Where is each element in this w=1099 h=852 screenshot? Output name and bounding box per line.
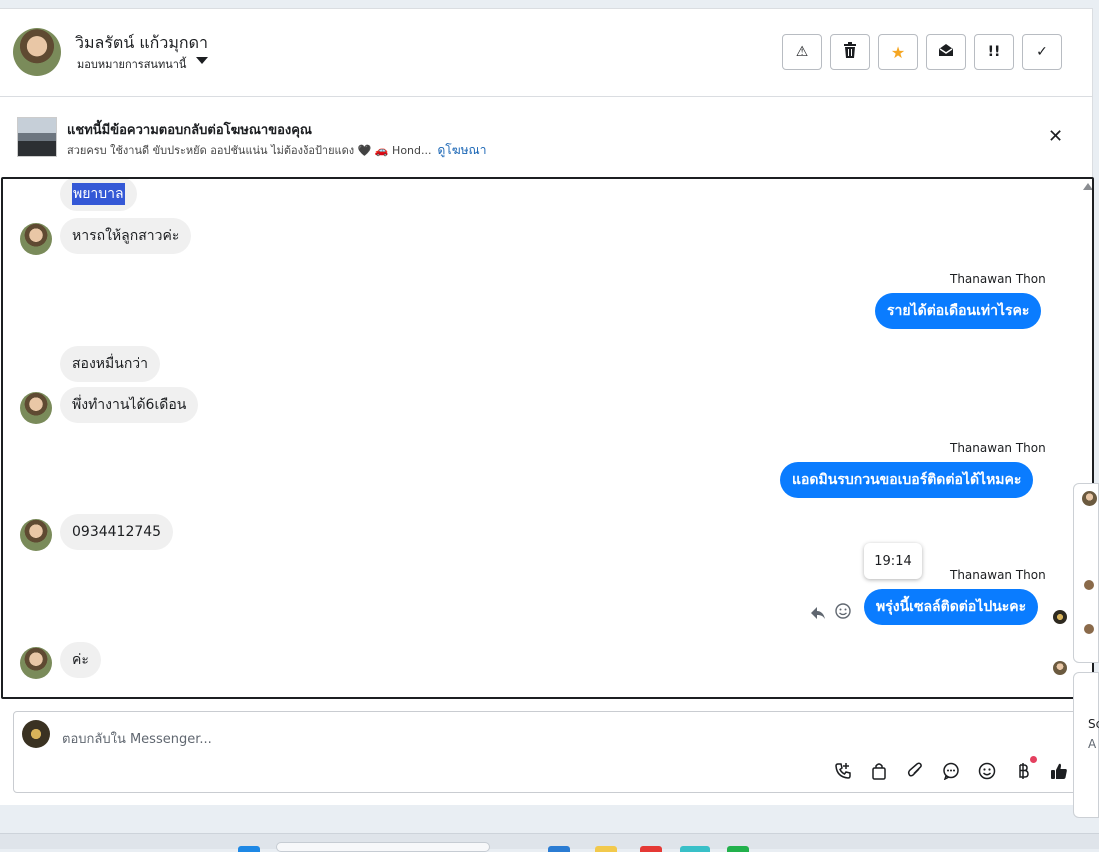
envelope-open-icon bbox=[938, 43, 954, 61]
emoji-icon[interactable] bbox=[976, 760, 998, 782]
spam-button[interactable]: ⚠ bbox=[782, 34, 822, 70]
timestamp-tooltip: 19:14 bbox=[864, 543, 922, 579]
os-taskbar bbox=[0, 833, 1099, 852]
notification-dot bbox=[1030, 756, 1037, 763]
contact-name[interactable]: วิมลรัตน์ แก้วมุกดา bbox=[75, 31, 208, 56]
taskbar-app-icon[interactable] bbox=[727, 846, 749, 852]
side-chat-list[interactable] bbox=[1073, 483, 1099, 663]
close-icon[interactable]: ✕ bbox=[1048, 126, 1063, 147]
warning-icon: ⚠ bbox=[795, 44, 809, 60]
taskbar-app-icon[interactable] bbox=[680, 846, 710, 852]
exclamation-icon: !! bbox=[987, 44, 1001, 60]
incoming-message[interactable]: พยาบาล bbox=[60, 179, 137, 211]
conversation-header: วิมลรัตน์ แก้วมุกดา มอบหมายการสนทนานี้ ⚠… bbox=[0, 8, 1093, 97]
emoji-reaction-icon[interactable] bbox=[835, 603, 851, 623]
start-icon[interactable] bbox=[238, 846, 260, 852]
side-popup-subtext: A bbox=[1088, 737, 1097, 751]
incoming-message[interactable]: ค่ะ bbox=[60, 642, 101, 678]
contact-message-avatar bbox=[20, 223, 52, 255]
ad-banner-description: สวยครบ ใช้งานดี ขับประหยัด ออปชันแน่น ไม… bbox=[67, 141, 486, 160]
message-composer[interactable]: ตอบกลับใน Messenger... bbox=[13, 711, 1091, 793]
side-chat-avatar[interactable] bbox=[1082, 491, 1097, 506]
reply-input[interactable]: ตอบกลับใน Messenger... bbox=[62, 728, 212, 749]
delete-button[interactable] bbox=[830, 34, 870, 70]
view-ad-link[interactable]: ดูโฆษณา bbox=[438, 143, 487, 157]
ad-reply-banner: แชทนี้มีข้อความตอบกลับต่อโฆษณาของคุณ สวย… bbox=[0, 97, 1093, 177]
ad-banner-title: แชทนี้มีข้อความตอบกลับต่อโฆษณาของคุณ bbox=[67, 123, 312, 138]
mark-done-button[interactable]: ✓ bbox=[1022, 34, 1062, 70]
seen-avatar bbox=[1053, 610, 1067, 624]
selected-text: พยาบาล bbox=[72, 183, 125, 205]
contact-message-avatar bbox=[20, 647, 52, 679]
trash-icon bbox=[843, 42, 857, 62]
assign-conversation-label[interactable]: มอบหมายการสนทนานี้ bbox=[77, 55, 186, 73]
sender-name: Thanawan Thon bbox=[950, 272, 1046, 286]
contact-avatar[interactable] bbox=[13, 28, 61, 76]
outgoing-message[interactable]: แอดมินรบกวนขอเบอร์ติดต่อได้ไหมคะ bbox=[780, 462, 1034, 498]
taskbar-app-icon[interactable] bbox=[548, 846, 570, 852]
messenger-window: วิมลรัตน์ แก้วมุกดา มอบหมายการสนทนานี้ ⚠… bbox=[0, 0, 1099, 852]
chevron-down-icon[interactable] bbox=[196, 57, 208, 64]
star-button[interactable]: ★ bbox=[878, 34, 918, 70]
thumbs-up-icon[interactable] bbox=[1048, 760, 1070, 782]
sender-name: Thanawan Thon bbox=[950, 441, 1046, 455]
sender-name: Thanawan Thon bbox=[950, 568, 1046, 582]
side-popup-card[interactable]: Sc A bbox=[1073, 672, 1099, 818]
reply-icon[interactable] bbox=[811, 605, 825, 623]
star-icon: ★ bbox=[890, 42, 906, 62]
read-receipt-avatar bbox=[1053, 661, 1067, 675]
outgoing-message[interactable]: รายได้ต่อเดือนเท่าไรคะ bbox=[875, 293, 1042, 329]
incoming-message[interactable]: พึ่งทำงานได้6เดือน bbox=[60, 387, 199, 423]
check-icon: ✓ bbox=[1036, 44, 1048, 60]
side-chat-avatar[interactable] bbox=[1084, 624, 1094, 634]
ad-thumbnail[interactable] bbox=[17, 117, 57, 157]
incoming-message[interactable]: หารถให้ลูกสาวค่ะ bbox=[60, 218, 192, 254]
folder-icon[interactable] bbox=[595, 846, 617, 852]
incoming-message[interactable]: 0934412745 bbox=[60, 514, 174, 550]
contact-message-avatar bbox=[20, 392, 52, 424]
side-popup-text: Sc bbox=[1088, 717, 1099, 731]
attach-icon[interactable] bbox=[904, 760, 926, 782]
chat-icon[interactable] bbox=[940, 760, 962, 782]
contact-message-avatar bbox=[20, 519, 52, 551]
bag-icon[interactable] bbox=[868, 760, 890, 782]
page-avatar bbox=[22, 720, 50, 748]
message-thread[interactable]: พยาบาล หารถให้ลูกสาวค่ะ Thanawan Thon รา… bbox=[1, 177, 1094, 699]
taskbar-search[interactable] bbox=[276, 842, 490, 852]
call-icon[interactable] bbox=[832, 760, 854, 782]
taskbar-app-icon[interactable] bbox=[640, 846, 662, 852]
follow-up-button[interactable]: !! bbox=[974, 34, 1014, 70]
outgoing-message[interactable]: พรุ่งนี้เซลล์ติดต่อไปนะคะ bbox=[864, 589, 1039, 625]
side-chat-avatar[interactable] bbox=[1084, 580, 1094, 590]
ad-description-text: สวยครบ ใช้งานดี ขับประหยัด ออปชันแน่น ไม… bbox=[67, 144, 432, 157]
incoming-message[interactable]: สองหมื่นกว่า bbox=[60, 346, 161, 382]
scroll-up-arrow-icon[interactable] bbox=[1083, 183, 1092, 190]
baht-icon[interactable] bbox=[1012, 760, 1034, 782]
mark-unread-button[interactable] bbox=[926, 34, 966, 70]
